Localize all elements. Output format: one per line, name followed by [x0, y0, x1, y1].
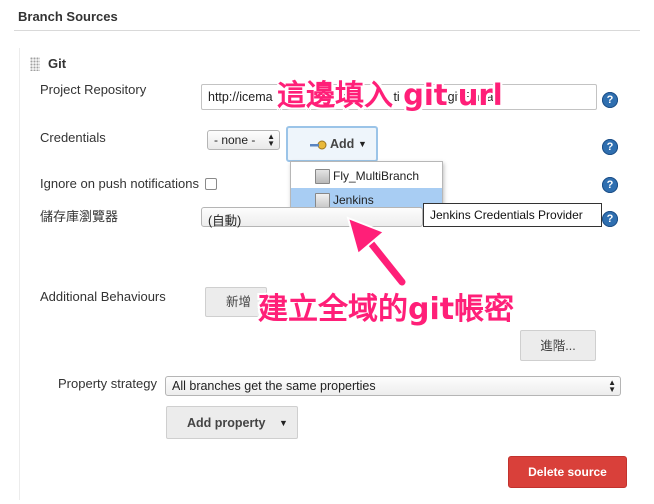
- add-button-label: Add: [330, 137, 355, 151]
- jenkins-icon: [315, 193, 330, 208]
- add-behaviour-label: 新增: [226, 295, 252, 309]
- menu-item-label: Jenkins: [333, 193, 374, 207]
- repo-browser-value: (自動): [208, 214, 242, 228]
- credentials-select-value: - none -: [214, 133, 256, 147]
- advanced-button[interactable]: 進階...: [520, 330, 596, 361]
- add-property-button[interactable]: Add property ▼: [166, 406, 298, 439]
- help-icon[interactable]: ?: [602, 139, 618, 155]
- credentials-select[interactable]: - none - ▲ ▼: [207, 130, 280, 150]
- drag-handle-icon[interactable]: [30, 57, 40, 71]
- help-icon[interactable]: ?: [602, 177, 618, 193]
- advanced-label: 進階...: [540, 339, 576, 353]
- delete-source-button[interactable]: Delete source: [508, 456, 627, 488]
- menu-item-label: Fly_MultiBranch: [333, 169, 420, 183]
- additional-behaviours-label: Additional Behaviours: [40, 289, 166, 304]
- property-strategy-select[interactable]: All branches get the same properties ▲ ▼: [165, 376, 621, 396]
- ignore-push-checkbox[interactable]: [205, 178, 217, 190]
- annotation-arrow: [346, 216, 408, 288]
- ignore-push-label: Ignore on push notifications: [40, 176, 199, 191]
- section-title: Branch Sources: [18, 9, 118, 24]
- help-icon[interactable]: ?: [602, 211, 618, 227]
- select-arrows-icon: ▲ ▼: [267, 132, 275, 148]
- menu-item-fly-multibranch[interactable]: Fly_MultiBranch: [291, 164, 442, 188]
- section-divider: [14, 30, 640, 31]
- project-repository-label: Project Repository: [40, 82, 147, 97]
- credentials-label: Credentials: [40, 130, 106, 145]
- add-property-label: Add property: [187, 416, 266, 430]
- repo-browser-label: 儲存庫瀏覽器: [40, 209, 119, 224]
- folder-icon: [315, 169, 330, 184]
- git-group-border: [19, 48, 20, 500]
- chevron-down-icon: ▼: [279, 418, 288, 428]
- git-source-title: Git: [48, 56, 67, 71]
- chevron-down-icon: ▼: [358, 139, 367, 149]
- tooltip: Jenkins Credentials Provider: [423, 203, 602, 227]
- help-icon[interactable]: ?: [602, 92, 618, 108]
- select-arrows-icon: ▲ ▼: [608, 378, 616, 394]
- annotation-text: 這邊填入 git url: [277, 78, 503, 112]
- property-strategy-value: All branches get the same properties: [172, 379, 376, 393]
- delete-source-label: Delete source: [528, 465, 607, 479]
- property-strategy-label: Property strategy: [58, 376, 157, 391]
- add-credentials-button[interactable]: Add ▼: [286, 126, 378, 162]
- key-icon: [310, 140, 327, 150]
